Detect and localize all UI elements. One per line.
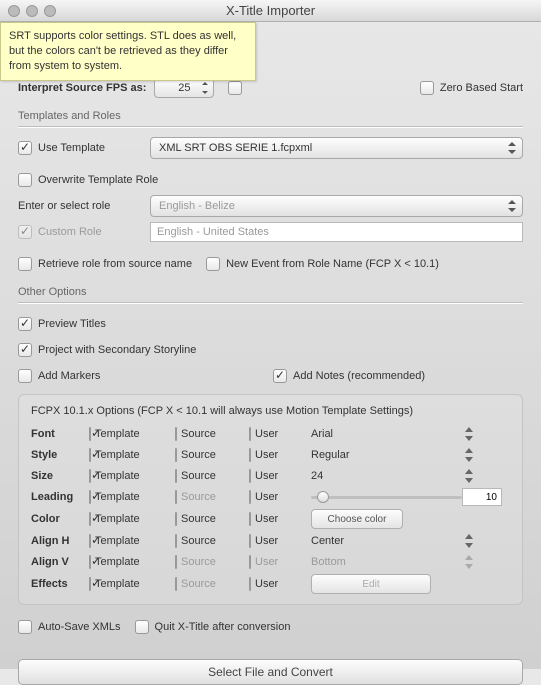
leading-source-chk [175,490,177,504]
font-source-chk[interactable] [175,427,177,441]
other-section-label: Other Options [18,286,523,298]
alignv-source-chk [175,555,177,569]
template-select[interactable]: XML SRT OBS SERIE 1.fcpxml [150,137,523,159]
markers-checkbox[interactable] [18,369,32,383]
leading-slider[interactable] [311,489,462,505]
interpret-fps-label: Interpret Source FPS as: [18,82,146,94]
notes-label: Add Notes (recommended) [293,370,425,382]
templates-section-label: Templates and Roles [18,110,523,122]
quit-label: Quit X-Title after conversion [155,621,291,633]
effects-user-chk[interactable] [249,577,251,591]
color-template-chk[interactable] [89,512,91,526]
overwrite-role-checkbox[interactable] [18,173,32,187]
alignv-template-chk[interactable] [89,555,91,569]
alignv-value: Bottom [311,556,462,568]
color-source-chk[interactable] [175,512,177,526]
overwrite-role-label: Overwrite Template Role [38,174,158,186]
leading-user-chk[interactable] [249,490,251,504]
alignv-user-chk [249,555,251,569]
alignh-user-chk[interactable] [249,534,251,548]
leading-template-chk[interactable] [89,490,91,504]
new-event-checkbox[interactable] [206,257,220,271]
row-font-label: Font [31,428,89,440]
effects-template-chk[interactable] [89,577,91,591]
retrieve-role-label: Retrieve role from source name [38,258,192,270]
preview-label: Preview Titles [38,318,106,330]
markers-label: Add Markers [38,370,100,382]
zero-based-label: Zero Based Start [440,82,523,94]
alignh-source-chk[interactable] [175,534,177,548]
font-template-chk[interactable] [89,427,91,441]
row-size-label: Size [31,470,89,482]
unknown-timing-label [248,82,251,94]
alignh-value[interactable]: Center [311,535,462,547]
new-event-label: New Event from Role Name (FCP X < 10.1) [226,258,439,270]
effects-source-chk [175,577,177,591]
style-value[interactable]: Regular [311,449,462,461]
autosave-checkbox[interactable] [18,620,32,634]
custom-role-label: Custom Role [38,226,150,238]
style-stepper[interactable] [462,446,476,464]
retrieve-role-checkbox[interactable] [18,257,32,271]
window-titlebar: X-Title Importer [0,0,541,22]
custom-role-checkbox[interactable] [18,225,32,239]
custom-role-field[interactable] [150,222,523,242]
font-value[interactable]: Arial [311,428,462,440]
font-user-chk[interactable] [249,427,251,441]
size-template-chk[interactable] [89,469,91,483]
choose-color-button[interactable]: Choose color [311,509,403,529]
row-effects-label: Effects [31,578,89,590]
fcpx-options-box: FCPX 10.1.x Options (FCP X < 10.1 will a… [18,394,523,605]
zero-based-checkbox[interactable] [420,81,434,95]
window-traffic-lights[interactable] [8,5,56,17]
effects-edit-button: Edit [311,574,431,594]
alignh-stepper[interactable] [462,532,476,550]
select-file-button[interactable]: Select File and Convert [18,659,523,685]
fps-select[interactable]: 25 [154,78,214,98]
alignv-stepper [462,553,476,571]
row-alignv-label: Align V [31,556,89,568]
alignh-template-chk[interactable] [89,534,91,548]
size-source-chk[interactable] [175,469,177,483]
role-select[interactable]: English - Belize [150,195,523,217]
size-stepper[interactable] [462,467,476,485]
enter-role-label: Enter or select role [18,200,150,212]
autosave-label: Auto-Save XMLs [38,621,121,633]
preview-checkbox[interactable] [18,317,32,331]
use-template-checkbox[interactable] [18,141,32,155]
row-leading-label: Leading [31,491,89,503]
style-template-chk[interactable] [89,448,91,462]
size-user-chk[interactable] [249,469,251,483]
font-stepper[interactable] [462,425,476,443]
notes-checkbox[interactable] [273,369,287,383]
size-value[interactable]: 24 [311,470,462,482]
secondary-checkbox[interactable] [18,343,32,357]
row-color-label: Color [31,513,89,525]
style-user-chk[interactable] [249,448,251,462]
row-style-label: Style [31,449,89,461]
secondary-label: Project with Secondary Storyline [38,344,196,356]
color-tooltip: SRT supports color settings. STL does as… [0,22,256,81]
fcpx-box-title: FCPX 10.1.x Options (FCP X < 10.1 will a… [31,405,510,417]
window-title: X-Title Importer [226,3,315,18]
style-source-chk[interactable] [175,448,177,462]
row-alignh-label: Align H [31,535,89,547]
color-user-chk[interactable] [249,512,251,526]
use-template-label: Use Template [38,142,150,154]
unknown-timing-checkbox[interactable] [228,81,242,95]
quit-checkbox[interactable] [135,620,149,634]
leading-value[interactable] [462,488,502,506]
